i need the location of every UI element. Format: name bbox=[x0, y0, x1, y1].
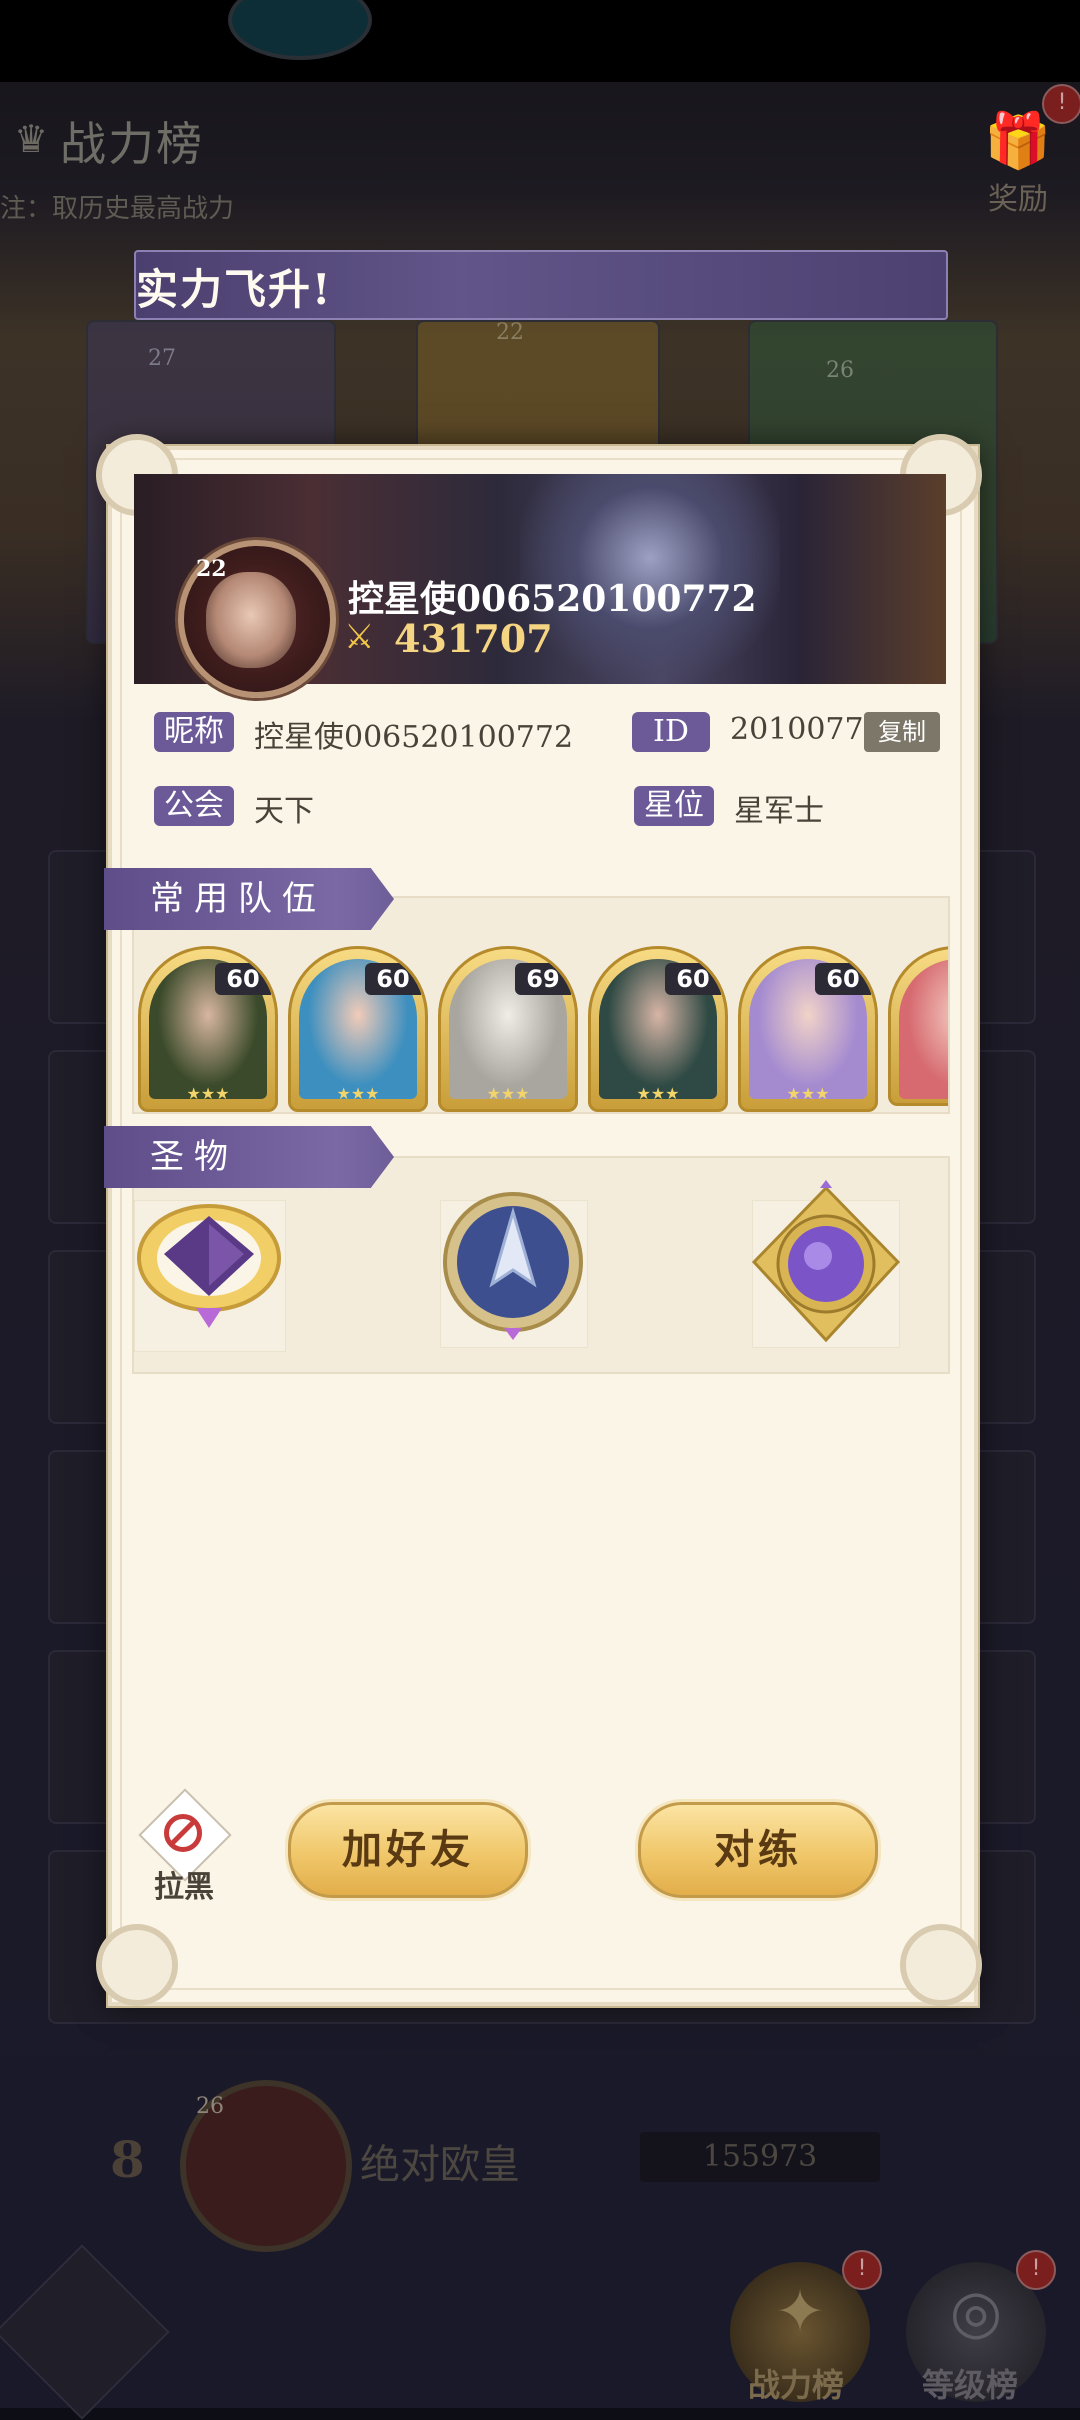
hero-portrait bbox=[899, 959, 948, 1099]
corner-ornament bbox=[96, 1924, 178, 2006]
id-label: ID bbox=[632, 712, 710, 752]
page-title: 战力榜 bbox=[60, 117, 204, 171]
crossed-swords-icon: ⚔ bbox=[344, 617, 375, 657]
hero-card[interactable]: 60 ★★★ bbox=[588, 946, 728, 1112]
hero-stars: ★★★ bbox=[186, 1084, 230, 1103]
orb-relic-icon bbox=[748, 1180, 904, 1350]
rank-title-label: 星位 bbox=[634, 786, 714, 826]
player-name: 控星使006520100772 bbox=[348, 578, 757, 620]
id-value: 20100772 bbox=[730, 712, 883, 747]
hero-card-frame bbox=[888, 946, 948, 1106]
crown-icon: ♛ bbox=[14, 117, 49, 161]
guild-value: 天下 bbox=[254, 794, 314, 829]
nav-badge: ! bbox=[1016, 2250, 1056, 2290]
reward-button[interactable]: 🎁 奖励 bbox=[968, 108, 1068, 218]
combat-power: 431707 bbox=[394, 616, 553, 661]
nickname-label: 昵称 bbox=[154, 712, 234, 752]
hero-card[interactable]: 60 ★★★ bbox=[738, 946, 878, 1112]
team-section-title: 常用队伍 bbox=[104, 868, 394, 930]
player-power: 155973 bbox=[640, 2132, 880, 2182]
podium-1st[interactable] bbox=[416, 320, 660, 454]
avatar-portrait bbox=[206, 572, 296, 668]
podium-3rd-level: 26 bbox=[826, 358, 854, 383]
leaderboard-note: 注：取历史最高战力 bbox=[0, 194, 235, 224]
banner-text: 实力飞升! bbox=[136, 265, 333, 314]
podium-2nd-level: 27 bbox=[148, 346, 176, 371]
hero-level: 69 bbox=[515, 963, 571, 995]
nickname-value: 控星使006520100772 bbox=[254, 720, 574, 755]
hero-level: 60 bbox=[665, 963, 721, 995]
hero-stars: ★★★ bbox=[336, 1084, 380, 1103]
hero-stars: ★★★ bbox=[486, 1084, 530, 1103]
rank-title-value: 星军士 bbox=[734, 794, 824, 829]
rank-number: 8 bbox=[110, 2130, 145, 2189]
hero-level: 60 bbox=[365, 963, 421, 995]
corner-ornament bbox=[900, 1924, 982, 2006]
relic-section-title: 圣物 bbox=[104, 1126, 394, 1188]
top-bar bbox=[0, 0, 1080, 82]
hero-stars: ★★★ bbox=[786, 1084, 830, 1103]
hero-card[interactable]: 60 ★★★ bbox=[138, 946, 278, 1112]
hero-card-partial[interactable] bbox=[888, 946, 948, 1106]
reward-label: 奖励 bbox=[988, 182, 1048, 217]
copy-id-button[interactable]: 复制 bbox=[864, 712, 940, 752]
podium-1st-level: 22 bbox=[496, 320, 524, 345]
gold-ring-relic-icon bbox=[134, 1196, 284, 1328]
hero-level: 60 bbox=[215, 963, 271, 995]
hero-level: 60 bbox=[815, 963, 871, 995]
spear-relic-icon bbox=[438, 1184, 588, 1344]
block-label: 拉黑 bbox=[154, 1870, 214, 1905]
avatar-level: 22 bbox=[196, 556, 227, 582]
hero-card[interactable]: 69 ★★★ bbox=[438, 946, 578, 1112]
nav-label: 等级榜 bbox=[922, 2366, 1019, 2404]
hero-card[interactable]: 60 ★★★ bbox=[288, 946, 428, 1112]
nav-label: 战力榜 bbox=[748, 2366, 845, 2404]
add-friend-button[interactable]: 加好友 bbox=[288, 1802, 528, 1898]
hero-stars: ★★★ bbox=[636, 1084, 680, 1103]
player-name: 绝对欧皇 bbox=[360, 2142, 520, 2188]
nav-badge: ! bbox=[842, 2250, 882, 2290]
avatar-level: 26 bbox=[196, 2094, 224, 2119]
guild-label: 公会 bbox=[154, 786, 234, 826]
spar-button[interactable]: 对练 bbox=[638, 1802, 878, 1898]
reward-badge: ! bbox=[1042, 84, 1080, 124]
